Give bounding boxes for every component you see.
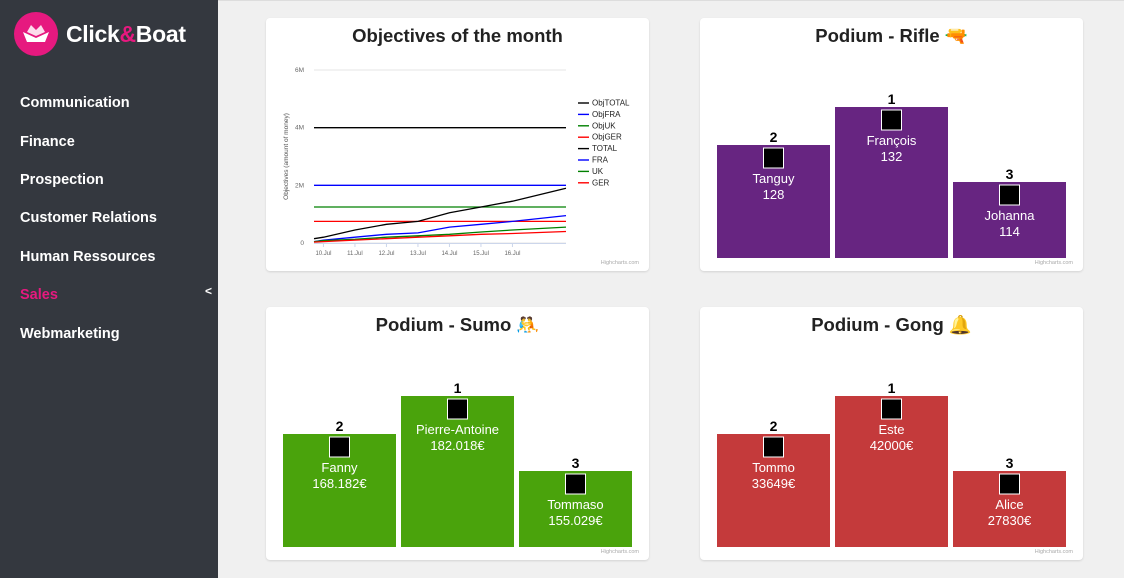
brand-logo[interactable]: Click&Boat — [14, 12, 186, 56]
podium-value-1: 182.018€ — [430, 438, 485, 453]
avatar-placeholder — [763, 436, 784, 458]
podium-name-1: François — [867, 133, 917, 148]
x-tick-label: 14.Jul — [441, 251, 457, 257]
series-line-total — [313, 187, 567, 240]
y-tick-label: 6M — [295, 67, 304, 74]
podium-sumo-chart: 2 Fanny168.182€ 1 Pierre-Antoine182.018€ 3 To… — [283, 380, 632, 547]
sidebar-item-label: Prospection — [20, 171, 104, 188]
y-tick-label: 0 — [300, 240, 304, 247]
podium-gong-chart: 2 Tommo33649€ 1 Este42000€ 3 Alice27830€ — [717, 380, 1066, 547]
avatar-placeholder — [881, 109, 902, 131]
podium-value-2: 33649€ — [752, 476, 796, 491]
x-tick-label: 15.Jul — [473, 251, 489, 257]
objectives-line-chart: 0 2M 4M 6M 10.Jul 11.Jul 12.Jul 13.Jul 14.Jul 15.… — [283, 67, 630, 257]
legend-item-objtotal: ObjTOTAL — [592, 99, 630, 108]
x-tick-label: 10.Jul — [315, 251, 331, 257]
sidebar-item-label: Sales — [20, 287, 58, 304]
avatar-placeholder — [763, 147, 784, 169]
sidebar-item-label: Finance — [20, 133, 75, 150]
sidebar-item-sales[interactable]: Sales < — [0, 276, 218, 314]
podium-name-1: Pierre-Antoine — [416, 422, 499, 437]
podium-rank-3: 3 — [1006, 166, 1014, 182]
objectives-card: Objectives of the month 0 2M 4M 6M 10.Jul 11.… — [266, 18, 649, 271]
y-axis-label: Objectives (amount of money) — [283, 113, 290, 200]
legend-item-uk: UK — [592, 167, 604, 176]
sidebar-item-communication[interactable]: Communication — [0, 84, 218, 122]
podium-value-1: 42000€ — [870, 438, 914, 453]
podium-value-3: 155.029€ — [548, 513, 603, 528]
podium-rank-3: 3 — [572, 455, 580, 471]
podium-value-1: 132 — [881, 149, 903, 164]
chart-credit[interactable]: Highcharts.com — [1035, 549, 1073, 555]
legend-item-total: TOTAL — [592, 144, 618, 153]
sidebar-item-finance[interactable]: Finance — [0, 122, 218, 160]
podium-gong-card: Podium - Gong 🔔 2 Tommo 33649€ 1 Este 42000€ 3 A… — [700, 307, 1083, 560]
boat-icon — [14, 12, 58, 56]
podium-name-3: Alice — [995, 497, 1023, 512]
brand-amp: & — [119, 20, 136, 47]
brand-suffix: Boat — [135, 20, 186, 47]
legend-item-objger: ObjGER — [592, 133, 622, 142]
x-tick-label: 13.Jul — [410, 251, 426, 257]
sidebar-item-webmarketing[interactable]: Webmarketing — [0, 314, 218, 352]
sidebar-item-human-ressources[interactable]: Human Ressources — [0, 238, 218, 276]
legend-item-objuk: ObjUK — [592, 121, 616, 130]
x-tick-label: 11.Jul — [347, 251, 363, 257]
podium-value-3: 114 — [999, 224, 1020, 239]
podium-name-1: Este — [878, 422, 904, 437]
chart-credit[interactable]: Highcharts.com — [601, 260, 639, 266]
sidebar-item-prospection[interactable]: Prospection — [0, 161, 218, 199]
sidebar-item-label: Webmarketing — [20, 325, 120, 342]
sidebar-item-label: Communication — [20, 95, 130, 112]
podium-rifle-chart: 2 Tanguy128 1 François132 3 Johanna114 — [717, 91, 1066, 258]
chart-credit[interactable]: Highcharts.com — [1035, 260, 1073, 266]
y-tick-label: 4M — [295, 125, 304, 132]
avatar-placeholder — [565, 473, 586, 495]
collapse-arrow-icon[interactable]: < — [205, 284, 212, 298]
podium-rank-2: 2 — [770, 129, 778, 145]
avatar-placeholder — [881, 398, 902, 420]
y-tick-label: 2M — [295, 182, 304, 189]
brand-prefix: Click — [66, 20, 120, 47]
brand-name: Click&Boat — [66, 21, 186, 48]
avatar-placeholder — [329, 436, 350, 458]
top-divider — [218, 0, 1124, 1]
sidebar-item-label: Human Ressources — [20, 248, 156, 265]
podium-value-2: 128 — [763, 187, 785, 202]
podium-rank-1: 1 — [454, 380, 462, 396]
x-tick-label: 16.Jul — [504, 251, 520, 257]
podium-name-3: Johanna — [985, 208, 1036, 223]
podium-name-3: Tommaso — [547, 497, 603, 512]
podium-name-2: Tommo — [752, 460, 795, 475]
chart-credit[interactable]: Highcharts.com — [601, 549, 639, 555]
x-tick-label: 12.Jul — [378, 251, 394, 257]
podium-rank-2: 2 — [770, 418, 778, 434]
avatar-placeholder — [999, 473, 1020, 495]
podium-value-3: 27830€ — [988, 513, 1032, 528]
sidebar-item-label: Customer Relations — [20, 210, 157, 227]
avatar-placeholder — [999, 184, 1020, 206]
podium-rank-1: 1 — [888, 91, 896, 107]
podium-sumo-card: Podium - Sumo 🤼 2 Fanny 168.182€ 1 Pierre-Ant… — [266, 307, 649, 560]
podium-rank-2: 2 — [336, 418, 344, 434]
podium-rifle-card: Podium - Rifle 🔫 2 Tanguy 128 1 François 132 3 J… — [700, 18, 1083, 271]
podium-rank-1: 1 — [888, 380, 896, 396]
sidebar-nav: Communication Finance Prospection Custom… — [0, 84, 218, 353]
avatar-placeholder — [447, 398, 468, 420]
sidebar-item-customer-relations[interactable]: Customer Relations — [0, 199, 218, 237]
series-line-ger — [313, 230, 567, 243]
sidebar: Click&Boat Communication Finance Prospec… — [0, 0, 218, 578]
podium-name-2: Tanguy — [753, 171, 795, 186]
podium-value-2: 168.182€ — [312, 476, 367, 491]
legend-item-objfra: ObjFRA — [592, 110, 621, 119]
legend-item-ger: GER — [592, 178, 610, 187]
podium-rank-3: 3 — [1006, 455, 1014, 471]
legend-item-fra: FRA — [592, 156, 609, 165]
podium-name-2: Fanny — [321, 460, 358, 475]
